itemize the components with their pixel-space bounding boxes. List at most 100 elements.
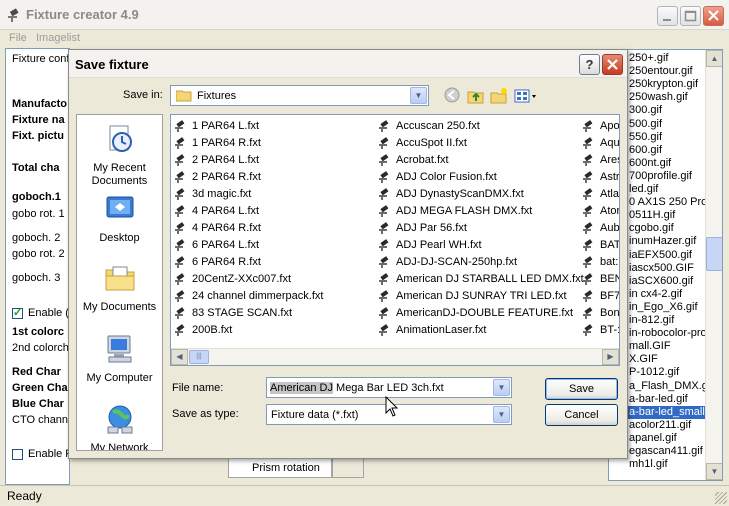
- imagelist-item[interactable]: mh1l.gif: [629, 458, 668, 471]
- imagelist-item[interactable]: 250+.gif: [629, 52, 668, 65]
- file-list-item[interactable]: ADJ Par 56.fxt: [377, 220, 584, 237]
- file-list-item[interactable]: 4 PAR64 L.fxt: [173, 203, 323, 220]
- help-button[interactable]: ?: [579, 54, 600, 75]
- place-my-computer[interactable]: My Computer: [77, 333, 162, 385]
- imagelist-item[interactable]: 700profile.gif: [629, 170, 692, 183]
- minimize-button[interactable]: [657, 6, 678, 26]
- imagelist-item[interactable]: 600nt.gif: [629, 157, 671, 170]
- resize-grip-icon[interactable]: [715, 492, 727, 504]
- file-list-item[interactable]: Ares: [581, 152, 619, 169]
- imagelist-item[interactable]: 550.gif: [629, 131, 662, 144]
- file-list-hscrollbar[interactable]: ◀ ||| ▶: [171, 348, 619, 365]
- imagelist-item[interactable]: iascx500.GIF: [629, 262, 694, 275]
- imagelist-item[interactable]: iaSCX600.gif: [629, 275, 693, 288]
- file-name-input[interactable]: American DJ Mega Bar LED 3ch.fxt ▼: [266, 377, 512, 398]
- imagelist-item[interactable]: in cx4-2.gif: [629, 288, 682, 301]
- imagelist-item[interactable]: egascan411.gif: [629, 445, 703, 458]
- imagelist-item[interactable]: a_Flash_DMX.gi: [629, 380, 710, 393]
- file-list-item[interactable]: AccuSpot II.fxt: [377, 135, 584, 152]
- imagelist-item[interactable]: in-robocolor-pro-: [629, 327, 710, 340]
- imagelist-item[interactable]: inumHazer.gif: [629, 235, 696, 248]
- scroll-up-icon[interactable]: ▲: [706, 50, 722, 67]
- imagelist-item[interactable]: 500.gif: [629, 118, 662, 131]
- chevron-down-icon[interactable]: ▼: [410, 87, 427, 104]
- file-list-item[interactable]: BF7: [581, 288, 619, 305]
- views-menu-icon[interactable]: [513, 87, 539, 105]
- new-folder-icon[interactable]: [490, 87, 508, 105]
- file-list-item[interactable]: Accuscan 250.fxt: [377, 118, 584, 135]
- enable-checkbox-1[interactable]: [12, 306, 23, 319]
- hscroll-thumb[interactable]: |||: [189, 350, 209, 364]
- file-list-item[interactable]: 3d magic.fxt: [173, 186, 323, 203]
- enable-checkbox-2[interactable]: [12, 449, 23, 460]
- scroll-thumb[interactable]: [706, 237, 722, 271]
- file-list-item[interactable]: 1 PAR64 L.fxt: [173, 118, 323, 135]
- save-button[interactable]: Save: [545, 378, 618, 400]
- file-list-item[interactable]: American DJ STARBALL LED DMX.fxt: [377, 271, 584, 288]
- file-list-item[interactable]: ADJ MEGA FLASH DMX.fxt: [377, 203, 584, 220]
- cancel-button[interactable]: Cancel: [545, 404, 618, 426]
- file-list-item[interactable]: Ator: [581, 203, 619, 220]
- imagelist-item[interactable]: led.gif: [629, 183, 658, 196]
- imagelist-item[interactable]: 250entour.gif: [629, 65, 693, 78]
- file-list-item[interactable]: ADJ Pearl WH.fxt: [377, 237, 584, 254]
- file-list-item[interactable]: 2 PAR64 L.fxt: [173, 152, 323, 169]
- place-my-documents[interactable]: My Documents: [77, 262, 162, 314]
- imagelist-item[interactable]: 0 AX1S 250 Pro: [629, 196, 707, 209]
- scroll-right-icon[interactable]: ▶: [602, 349, 619, 365]
- file-list-item[interactable]: 20CentZ-XXc007.fxt: [173, 271, 323, 288]
- save-in-combo[interactable]: Fixtures ▼: [170, 85, 429, 106]
- imagelist-item[interactable]: a-bar-led.gif: [629, 393, 688, 406]
- imagelist-item[interactable]: in_Ego_X6.gif: [629, 301, 698, 314]
- prism-rotation-value-cell[interactable]: [332, 456, 364, 478]
- file-list-item[interactable]: American DJ SUNRAY TRI LED.fxt: [377, 288, 584, 305]
- imagelist-item[interactable]: 250wash.gif: [629, 91, 688, 104]
- imagelist-item[interactable]: apanel.gif: [629, 432, 677, 445]
- file-list-item[interactable]: AmericanDJ-DOUBLE FEATURE.fxt: [377, 305, 584, 322]
- file-list-item[interactable]: 6 PAR64 L.fxt: [173, 237, 323, 254]
- file-list-item[interactable]: ADJ-DJ-SCAN-250hp.fxt: [377, 254, 584, 271]
- file-list-item[interactable]: AnimationLaser.fxt: [377, 322, 584, 339]
- file-list-item[interactable]: ADJ Color Fusion.fxt: [377, 169, 584, 186]
- place-my-network[interactable]: My Network: [77, 403, 162, 450]
- scroll-down-icon[interactable]: ▼: [706, 463, 722, 480]
- file-list-item[interactable]: 24 channel dimmerpack.fxt: [173, 288, 323, 305]
- menu-file[interactable]: File: [9, 32, 27, 44]
- file-list-item[interactable]: Astr: [581, 169, 619, 186]
- file-list-item[interactable]: 200B.fxt: [173, 322, 323, 339]
- file-list-item[interactable]: BEN: [581, 271, 619, 288]
- file-list-item[interactable]: BT-:: [581, 322, 619, 339]
- imagelist-item[interactable]: P-1012.gif: [629, 366, 679, 379]
- file-list[interactable]: 1 PAR64 L.fxt 1 PAR64 R.fxt 2 PAR64 L.fxt 2…: [170, 114, 620, 366]
- file-list-item[interactable]: Atla: [581, 186, 619, 203]
- scroll-left-icon[interactable]: ◀: [171, 349, 188, 365]
- place-my-recent-documents[interactable]: My Recent Documents: [77, 123, 162, 188]
- file-list-item[interactable]: Acrobat.fxt: [377, 152, 584, 169]
- file-list-item[interactable]: Bon: [581, 305, 619, 322]
- imagelist-item[interactable]: in-812.gif: [629, 314, 674, 327]
- file-list-item[interactable]: 6 PAR64 R.fxt: [173, 254, 323, 271]
- file-list-item[interactable]: 2 PAR64 R.fxt: [173, 169, 323, 186]
- file-list-item[interactable]: 4 PAR64 R.fxt: [173, 220, 323, 237]
- imagelist-item[interactable]: a-bar-led_small.g: [627, 405, 714, 419]
- file-list-item[interactable]: Aub: [581, 220, 619, 237]
- imagelist-item[interactable]: acolor211.gif: [629, 419, 691, 432]
- imagelist-scrollbar[interactable]: ▲ ▼: [705, 50, 722, 480]
- dialog-close-button[interactable]: [602, 54, 623, 75]
- file-list-item[interactable]: 1 PAR64 R.fxt: [173, 135, 323, 152]
- chevron-down-icon[interactable]: ▼: [493, 406, 510, 423]
- imagelist-item[interactable]: 250krypton.gif: [629, 78, 698, 91]
- menu-imagelist[interactable]: Imagelist: [36, 32, 80, 44]
- maximize-button[interactable]: [680, 6, 701, 26]
- file-list-item[interactable]: 83 STAGE SCAN.fxt: [173, 305, 323, 322]
- imagelist-item[interactable]: mall.GIF: [629, 340, 671, 353]
- imagelist-item[interactable]: cgobo.gif: [629, 222, 674, 235]
- file-list-item[interactable]: bat:: [581, 254, 619, 271]
- imagelist-item[interactable]: 300.gif: [629, 104, 662, 117]
- imagelist-item[interactable]: X.GIF: [629, 353, 658, 366]
- imagelist-item[interactable]: iaEFX500.gif: [629, 249, 692, 262]
- file-list-item[interactable]: BAT: [581, 237, 619, 254]
- file-list-item[interactable]: Aqu: [581, 135, 619, 152]
- imagelist-item[interactable]: 0511H.gif: [629, 209, 675, 222]
- place-desktop[interactable]: Desktop: [77, 193, 162, 245]
